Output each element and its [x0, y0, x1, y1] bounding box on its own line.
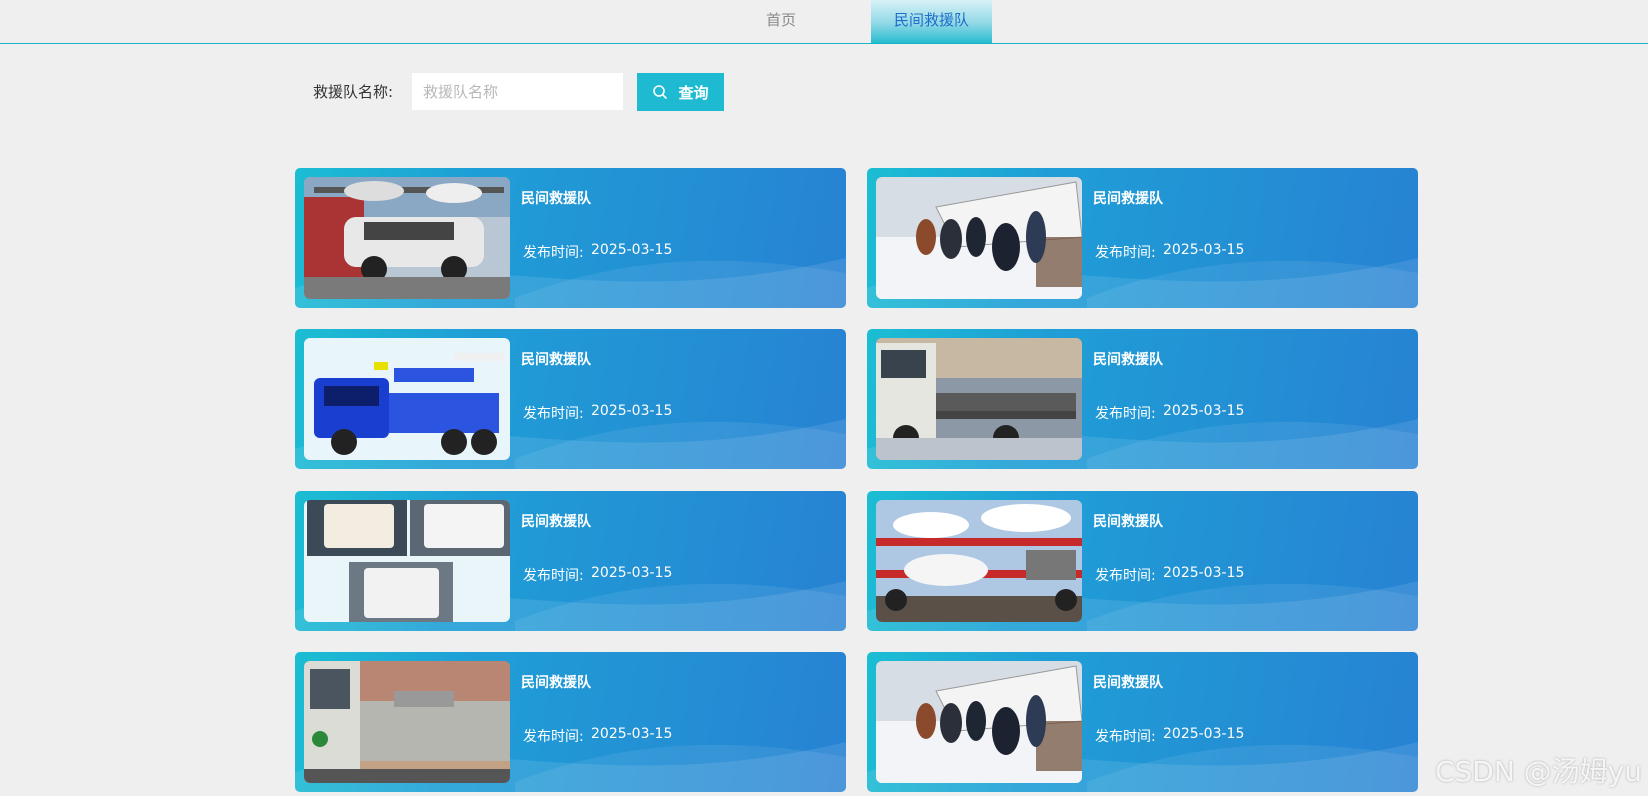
- card-thumbnail: [304, 661, 510, 783]
- card-date-label: 发布时间:: [523, 245, 584, 261]
- card-date: 2025-03-15: [1163, 403, 1245, 419]
- nav-tab-home[interactable]: 首页: [720, 0, 842, 43]
- card-date-label: 发布时间:: [1095, 245, 1156, 261]
- card-title: 民间救援队: [1093, 514, 1163, 530]
- rescue-team-card[interactable]: 民间救援队 发布时间: 2025-03-15: [295, 168, 846, 308]
- card-title: 民间救援队: [1093, 675, 1163, 691]
- card-date: 2025-03-15: [591, 403, 673, 419]
- card-date-label: 发布时间:: [1095, 729, 1156, 745]
- search-button-label: 查询: [678, 83, 709, 102]
- card-date-label: 发布时间:: [523, 729, 584, 745]
- rescue-team-card[interactable]: 民间救援队 发布时间: 2025-03-15: [295, 491, 846, 631]
- nav-tab-rescue-teams[interactable]: 民间救援队: [871, 0, 992, 43]
- card-title: 民间救援队: [1093, 352, 1163, 368]
- rescue-team-card[interactable]: 民间救援队 发布时间: 2025-03-15: [867, 168, 1418, 308]
- rescue-team-card[interactable]: 民间救援队 发布时间: 2025-03-15: [295, 652, 846, 792]
- rescue-team-card[interactable]: 民间救援队 发布时间: 2025-03-15: [867, 329, 1418, 469]
- rescue-team-card[interactable]: 民间救援队 发布时间: 2025-03-15: [867, 491, 1418, 631]
- card-title: 民间救援队: [521, 514, 591, 530]
- card-thumbnail: [304, 338, 510, 460]
- card-date: 2025-03-15: [591, 726, 673, 742]
- csdn-watermark: CSDN @汤姆yu: [1434, 755, 1642, 788]
- card-date: 2025-03-15: [1163, 242, 1245, 258]
- card-title: 民间救援队: [1093, 191, 1163, 207]
- card-thumbnail: [304, 177, 510, 299]
- card-thumbnail: [304, 500, 510, 622]
- search-label: 救援队名称:: [313, 83, 394, 101]
- card-title: 民间救援队: [521, 352, 591, 368]
- rescue-team-card[interactable]: 民间救援队 发布时间: 2025-03-15: [867, 652, 1418, 792]
- search-icon: [652, 84, 668, 100]
- card-date-label: 发布时间:: [1095, 406, 1156, 422]
- card-date: 2025-03-15: [1163, 726, 1245, 742]
- card-date-label: 发布时间:: [523, 406, 584, 422]
- card-date: 2025-03-15: [591, 565, 673, 581]
- rescue-team-card[interactable]: 民间救援队 发布时间: 2025-03-15: [295, 329, 846, 469]
- top-nav: 首页 民间救援队: [0, 0, 1648, 44]
- card-title: 民间救援队: [521, 191, 591, 207]
- search-input[interactable]: [412, 73, 623, 110]
- card-thumbnail: [876, 177, 1082, 299]
- card-date: 2025-03-15: [1163, 565, 1245, 581]
- card-thumbnail: [876, 500, 1082, 622]
- card-date-label: 发布时间:: [523, 568, 584, 584]
- card-date-label: 发布时间:: [1095, 568, 1156, 584]
- card-thumbnail: [876, 338, 1082, 460]
- search-button[interactable]: 查询: [637, 73, 724, 111]
- card-date: 2025-03-15: [591, 242, 673, 258]
- card-thumbnail: [876, 661, 1082, 783]
- card-title: 民间救援队: [521, 675, 591, 691]
